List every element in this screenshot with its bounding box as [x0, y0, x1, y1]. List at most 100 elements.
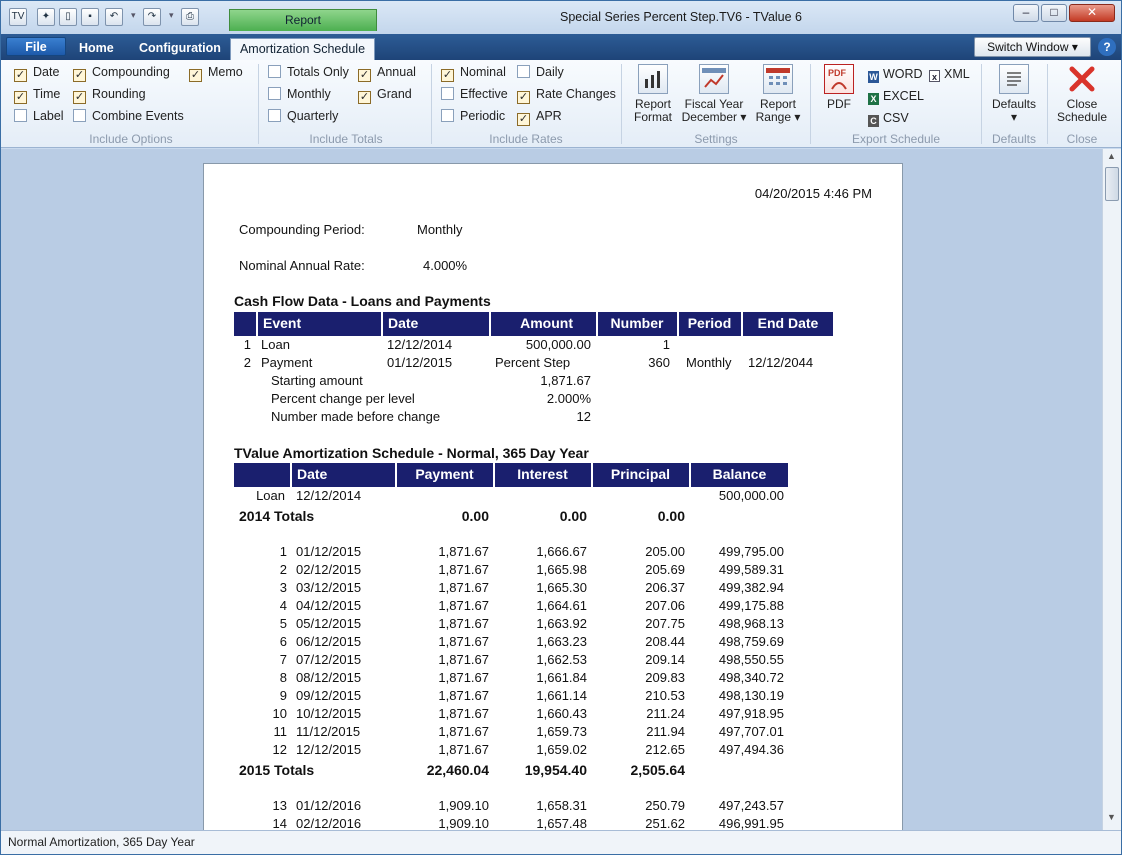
checkbox-rate-changes[interactable]: ✓ Rate Changes	[517, 87, 616, 104]
cashflow-header: Event Date Amount Number Period End Date	[234, 312, 833, 336]
report-range-label-2: Range ▾	[755, 110, 801, 124]
checkbox-box	[268, 65, 281, 78]
app-icon[interactable]: TV	[9, 8, 27, 26]
checkbox-box	[268, 109, 281, 122]
checkbox-box: ✓	[189, 69, 202, 82]
tab-amortization-schedule[interactable]: Amortization Schedule	[230, 38, 375, 60]
checkbox-monthly[interactable]: Monthly	[268, 87, 331, 103]
redo-icon[interactable]: ↷	[143, 8, 161, 26]
report-page: 04/20/2015 4:46 PM Compounding Period: M…	[203, 163, 903, 830]
export-csv-button[interactable]: C CSV	[868, 110, 909, 127]
compounding-value: Monthly	[417, 222, 463, 237]
schedule-row-interest: 1,663.92	[536, 616, 587, 631]
minimize-button[interactable]: –	[1013, 4, 1039, 22]
schedule-row-number: 5	[279, 616, 287, 631]
export-excel-button[interactable]: X EXCEL	[868, 88, 924, 105]
schedule-row-number: 11	[273, 724, 288, 739]
cashflow-row-date: 12/12/2014	[387, 337, 453, 352]
checkbox-daily[interactable]: Daily	[517, 65, 564, 81]
schedule-row-balance: 498,550.55	[718, 652, 784, 667]
amortization-header-interest: Interest	[493, 463, 590, 487]
checkbox-annual[interactable]: ✓ Annual	[358, 65, 416, 82]
undo-dropdown-icon[interactable]: ▾	[131, 10, 136, 21]
checkbox-grand[interactable]: ✓ Grand	[358, 87, 412, 104]
scroll-up-icon[interactable]: ▲	[1107, 151, 1116, 161]
report-timestamp: 04/20/2015 4:46 PM	[754, 186, 872, 201]
window-title: Special Series Percent Step.TV6 - TValue…	[559, 10, 803, 24]
defaults-button[interactable]: Defaults ▾	[989, 64, 1039, 124]
close-schedule-button[interactable]: Close Schedule	[1055, 64, 1109, 124]
checkbox-nominal[interactable]: ✓ Nominal	[441, 65, 506, 82]
checkbox-periodic[interactable]: Periodic	[441, 109, 505, 125]
checkbox-rounding[interactable]: ✓ Rounding	[73, 87, 146, 104]
cashflow-row-number-count: 360	[648, 355, 670, 370]
checkbox-box: ✓	[358, 91, 371, 104]
amortization-header-date: Date	[290, 463, 393, 487]
tab-home[interactable]: Home	[67, 38, 126, 60]
checkbox-label: Grand	[377, 87, 412, 101]
totals-2014-payment: 0.00	[461, 508, 489, 524]
new-document-icon[interactable]: ▯	[59, 8, 77, 26]
checkbox-box: ✓	[73, 69, 86, 82]
checkbox-label-option[interactable]: Label	[14, 109, 64, 125]
schedule-row-principal: 212.65	[645, 742, 685, 757]
switch-window-button[interactable]: Switch Window ▾	[974, 37, 1091, 57]
schedule-row-interest: 1,665.98	[536, 562, 587, 577]
help-icon[interactable]: ?	[1098, 38, 1116, 56]
schedule-row-payment: 1,871.67	[438, 598, 489, 613]
export-pdf-button[interactable]: PDF PDF	[821, 64, 857, 111]
schedule-row-balance: 497,494.36	[718, 742, 784, 757]
checkbox-date[interactable]: ✓ Date	[14, 65, 59, 82]
print-icon[interactable]: ⎙	[181, 8, 199, 26]
undo-icon[interactable]: ↶	[105, 8, 123, 26]
switch-window-label: Switch Window	[987, 40, 1069, 54]
vertical-scrollbar[interactable]: ▲ ▼	[1102, 149, 1121, 830]
schedule-row-principal: 205.69	[645, 562, 685, 577]
checkbox-memo[interactable]: ✓ Memo	[189, 65, 243, 82]
checkbox-label: APR	[536, 109, 562, 123]
checkbox-compounding[interactable]: ✓ Compounding	[73, 65, 170, 82]
svg-text:PDF: PDF	[828, 68, 847, 78]
tab-file[interactable]: File	[6, 37, 66, 56]
ribbon: ✓ Date ✓ Time Label ✓ Compounding ✓ Rounding…	[1, 60, 1121, 148]
xml-icon: x	[929, 70, 940, 82]
group-separator	[431, 64, 432, 144]
schedule-row-balance: 499,382.94	[718, 580, 784, 595]
schedule-row-payment: 1,871.67	[438, 652, 489, 667]
report-viewport[interactable]: 04/20/2015 4:46 PM Compounding Period: M…	[1, 149, 1121, 830]
report-format-button[interactable]: Report Format	[629, 64, 677, 124]
schedule-row-interest: 1,658.31	[536, 798, 587, 813]
cashflow-row-amount: 500,000.00	[525, 337, 591, 352]
ribbon-tab-row: File Home Configuration Amortization Sch…	[1, 34, 1121, 60]
export-pdf-label: PDF	[827, 97, 851, 111]
checkbox-apr[interactable]: ✓ APR	[517, 109, 562, 126]
save-icon[interactable]: ▪	[81, 8, 99, 26]
checkbox-quarterly[interactable]: Quarterly	[268, 109, 338, 125]
checkbox-box	[268, 87, 281, 100]
new-icon[interactable]: ✦	[37, 8, 55, 26]
export-xml-button[interactable]: x XML	[929, 66, 970, 82]
checkbox-totals-only[interactable]: Totals Only	[268, 65, 349, 81]
checkbox-combine-events[interactable]: Combine Events	[73, 109, 184, 125]
fiscal-year-button[interactable]: Fiscal Year December ▾	[680, 64, 748, 124]
checkbox-box: ✓	[517, 113, 530, 126]
amortization-header-principal: Principal	[591, 463, 688, 487]
totals-2015-payment: 22,460.04	[426, 762, 489, 778]
checkbox-label: Time	[33, 87, 61, 101]
redo-dropdown-icon[interactable]: ▾	[169, 10, 174, 21]
report-range-button[interactable]: Report Range ▾	[753, 64, 803, 124]
schedule-row-balance: 498,968.13	[718, 616, 784, 631]
schedule-row-payment: 1,871.67	[438, 544, 489, 559]
close-window-button[interactable]: ✕	[1069, 4, 1115, 22]
checkbox-time[interactable]: ✓ Time	[14, 87, 61, 104]
checkbox-effective[interactable]: Effective	[441, 87, 508, 103]
word-icon: W	[868, 71, 879, 83]
export-word-button[interactable]: W WORD	[868, 66, 923, 83]
scroll-thumb[interactable]	[1105, 167, 1119, 201]
schedule-row-balance: 498,130.19	[718, 688, 784, 703]
checkbox-box: ✓	[517, 91, 530, 104]
maximize-button[interactable]: □	[1041, 4, 1067, 22]
scroll-down-icon[interactable]: ▼	[1107, 812, 1116, 822]
rate-value: 4.000%	[423, 258, 468, 273]
tab-configuration[interactable]: Configuration	[127, 38, 233, 60]
